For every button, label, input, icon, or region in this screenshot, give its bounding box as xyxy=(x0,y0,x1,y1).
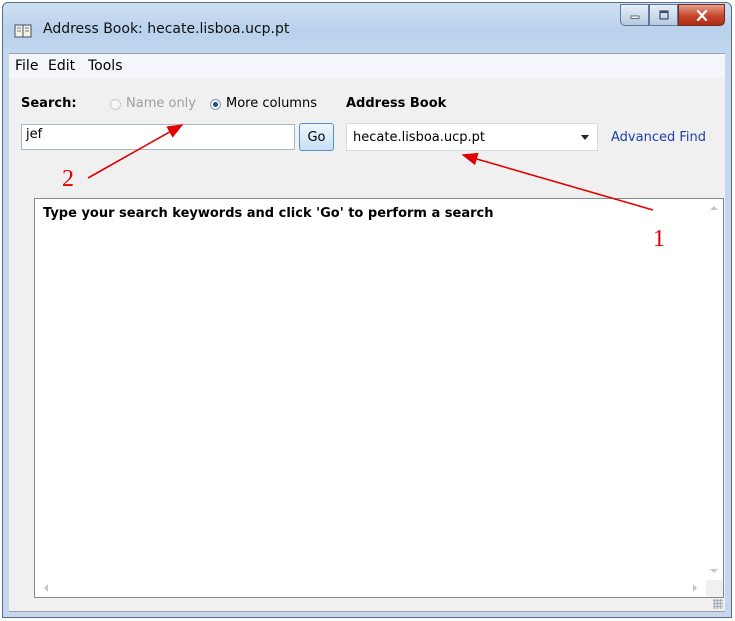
maximize-icon xyxy=(658,10,669,20)
minimize-button[interactable] xyxy=(620,4,649,26)
search-input[interactable]: jef xyxy=(21,124,295,150)
maximize-button[interactable] xyxy=(649,4,678,26)
scroll-down-icon[interactable] xyxy=(710,568,718,574)
dialog-content: Search: Name only More columns Address B… xyxy=(9,78,725,612)
window-title: Address Book: hecate.lisboa.ucp.pt xyxy=(43,21,290,37)
title-bar[interactable]: Address Book: hecate.lisboa.ucp.pt xyxy=(3,3,731,53)
go-button[interactable]: Go xyxy=(299,123,334,151)
more-columns-label: More columns xyxy=(226,96,317,111)
name-only-label: Name only xyxy=(126,96,196,111)
resize-grip[interactable] xyxy=(713,599,723,609)
annotation-marker-2: 2 xyxy=(62,166,74,192)
address-book-select[interactable]: hecate.lisboa.ucp.pt xyxy=(346,123,598,151)
menu-tools[interactable]: Tools xyxy=(88,58,123,74)
menu-file[interactable]: File xyxy=(15,58,38,74)
close-icon xyxy=(696,9,707,21)
address-book-label: Address Book xyxy=(346,96,447,111)
search-label: Search: xyxy=(21,96,77,111)
chevron-down-icon xyxy=(581,135,589,140)
annotation-marker-1: 1 xyxy=(653,226,665,252)
results-list[interactable]: Type your search keywords and click 'Go'… xyxy=(34,198,724,598)
scroll-right-icon[interactable] xyxy=(692,584,698,592)
address-book-selected: hecate.lisboa.ucp.pt xyxy=(353,130,485,145)
scroll-left-icon[interactable] xyxy=(43,584,49,592)
horizontal-scrollbar[interactable] xyxy=(35,580,706,597)
address-book-icon xyxy=(14,24,32,38)
caption-buttons xyxy=(620,4,725,28)
scrollbar-corner xyxy=(706,580,723,597)
results-message: Type your search keywords and click 'Go'… xyxy=(43,206,494,221)
more-columns-radio[interactable] xyxy=(210,99,221,110)
address-book-window: Address Book: hecate.lisboa.ucp.pt File xyxy=(2,2,732,618)
close-button[interactable] xyxy=(678,4,725,26)
vertical-scrollbar[interactable] xyxy=(706,199,723,580)
name-only-radio[interactable] xyxy=(110,99,121,110)
advanced-find-link[interactable]: Advanced Find xyxy=(611,130,706,145)
scroll-up-icon[interactable] xyxy=(710,205,718,211)
minimize-icon xyxy=(630,15,639,19)
menu-bar: File Edit Tools xyxy=(9,53,725,78)
menu-edit[interactable]: Edit xyxy=(48,58,75,74)
